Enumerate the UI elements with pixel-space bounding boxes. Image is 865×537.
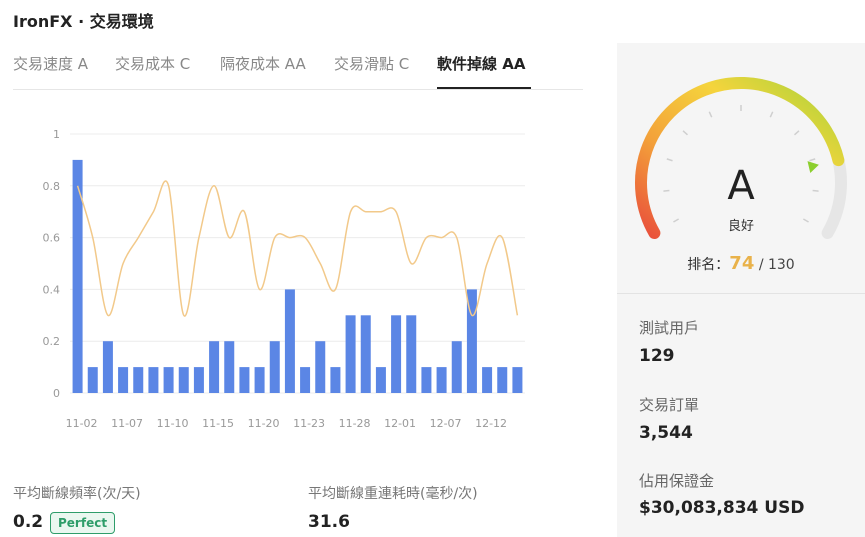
avg-disconnect-frequency-label: 平均斷線頻率(次/天): [13, 486, 141, 502]
rating-gauge: [635, 77, 847, 239]
x-tick-label: 12-07: [430, 417, 462, 430]
avg-disconnect-frequency-value: 0.2: [13, 512, 44, 532]
test-users-value: 129: [639, 346, 675, 366]
line-series: [76, 180, 519, 317]
avg-reconnect-time-label: 平均斷線重連耗時(毫秒/次): [308, 486, 478, 502]
gauge-tick: [794, 130, 800, 136]
bar: [102, 341, 113, 393]
margin-used-label: 佔用保證金: [639, 472, 715, 490]
page-title: IronFX · 交易環境: [13, 12, 154, 31]
gauge-tick: [682, 130, 688, 136]
bar: [330, 367, 341, 393]
rating-grade-label: 良好: [727, 219, 754, 234]
rating-grade: A: [727, 163, 755, 209]
avg-reconnect-time-value: 31.6: [308, 512, 350, 532]
rating-panel: A 良好 排名：74 / 130 測試用戶 129 交易訂單 3,544 佔用保…: [617, 43, 865, 537]
x-tick-label: 11-23: [293, 417, 325, 430]
rank-number: 74: [729, 253, 755, 274]
bar: [178, 367, 189, 393]
x-tick-label: 12-12: [475, 417, 507, 430]
trade-orders-value: 3,544: [639, 423, 693, 443]
bar: [436, 367, 447, 393]
y-tick-label: 0.8: [43, 180, 61, 193]
x-tick-label: 11-28: [339, 417, 371, 430]
tab-software-disconnect[interactable]: 軟件掉線 AA: [437, 52, 531, 89]
disconnect-chart: 1 0.8 0.6 0.4 0.2 0 11-02 11-07 11-10 11-15 11-20 1…: [43, 128, 525, 430]
bar: [406, 315, 417, 393]
y-tick-label: 0.4: [43, 283, 61, 296]
bar: [224, 341, 235, 393]
perfect-badge: Perfect: [50, 512, 116, 534]
bar: [482, 367, 493, 393]
bar: [239, 367, 250, 393]
bar: [269, 341, 280, 393]
gauge-tick: [809, 158, 816, 162]
x-tick-label: 11-07: [111, 417, 143, 430]
bar: [512, 367, 523, 393]
bar: [421, 367, 432, 393]
x-tick-label: 12-01: [384, 417, 416, 430]
bar: [148, 367, 159, 393]
bar: [375, 367, 386, 393]
gauge-fill: [635, 77, 845, 239]
test-users-label: 測試用戶: [639, 319, 700, 337]
y-tick-label: 0.6: [43, 232, 61, 245]
rank-total: / 130: [758, 257, 795, 273]
tab-trade-speed[interactable]: 交易速度 A: [13, 52, 88, 89]
rank-prefix: 排名：: [687, 257, 730, 273]
x-tick-label: 11-15: [202, 417, 234, 430]
bar: [254, 367, 265, 393]
bar: [360, 315, 371, 393]
y-tick-label: 1: [53, 128, 60, 141]
bar: [87, 367, 98, 393]
trade-orders-label: 交易訂單: [639, 396, 700, 414]
tab-trade-cost[interactable]: 交易成本 C: [115, 52, 190, 89]
bar: [284, 289, 295, 393]
bar: [315, 341, 326, 393]
tab-overnight-cost[interactable]: 隔夜成本 AA: [220, 52, 306, 89]
bar: [300, 367, 311, 393]
bar: [133, 367, 144, 393]
bar: [451, 341, 462, 393]
x-tick-label: 11-10: [157, 417, 189, 430]
gauge-tick: [708, 111, 713, 118]
tab-trade-slippage[interactable]: 交易滑點 C: [334, 52, 409, 89]
x-tick-label: 11-20: [248, 417, 280, 430]
margin-used-value: $30,083,834 USD: [639, 498, 805, 518]
bar: [497, 367, 508, 393]
bar: [193, 367, 204, 393]
gauge-tick: [769, 111, 774, 118]
bar: [345, 315, 356, 393]
x-tick-label: 11-02: [66, 417, 98, 430]
y-tick-label: 0.2: [43, 335, 61, 348]
bar: [163, 367, 174, 393]
y-tick-label: 0: [53, 387, 60, 400]
bar: [118, 367, 129, 393]
bar: [391, 315, 402, 393]
gauge-tick: [666, 158, 673, 162]
tab-bar: 交易速度 A 交易成本 C 隔夜成本 AA 交易滑點 C 軟件掉線 AA: [13, 52, 583, 90]
ranking: 排名：74 / 130: [617, 253, 865, 274]
bar: [209, 341, 220, 393]
divider: [617, 293, 865, 294]
